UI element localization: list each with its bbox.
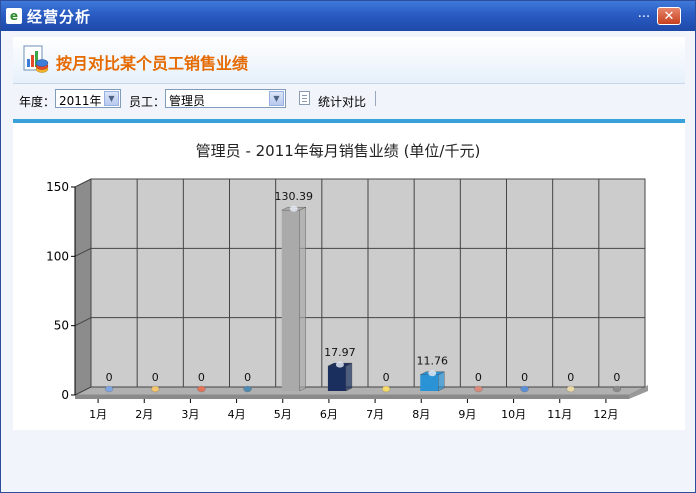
bar-point-marker bbox=[197, 385, 206, 393]
data-label: 0 bbox=[475, 371, 482, 384]
x-tick-label: 7月 bbox=[366, 408, 384, 421]
chevron-down-icon[interactable]: ▼ bbox=[104, 91, 119, 106]
bar-point-marker bbox=[474, 385, 483, 393]
year-label: 年度： bbox=[19, 95, 56, 109]
data-label: 0 bbox=[244, 371, 251, 384]
compare-button-label: 统计对比 bbox=[318, 95, 367, 109]
bar-point-marker bbox=[151, 385, 160, 393]
data-label: 0 bbox=[521, 371, 528, 384]
employee-label: 员工： bbox=[129, 95, 166, 109]
x-tick-label: 12月 bbox=[593, 408, 618, 421]
x-tick-label: 8月 bbox=[412, 408, 430, 421]
x-tick-label: 4月 bbox=[228, 408, 246, 421]
data-label: 17.97 bbox=[324, 346, 356, 359]
year-select[interactable]: 2011年 ▼ bbox=[55, 89, 121, 108]
bar-point-marker bbox=[520, 385, 529, 393]
x-tick-label: 10月 bbox=[501, 408, 526, 421]
employee-select[interactable]: 管理员 ▼ bbox=[165, 89, 286, 108]
bar-point-marker bbox=[243, 385, 252, 393]
chart-floor bbox=[74, 386, 646, 396]
chevron-down-icon[interactable]: ▼ bbox=[269, 91, 284, 106]
bar-point-marker bbox=[612, 385, 622, 393]
minimize-button[interactable]: ... bbox=[633, 7, 655, 25]
y-tick-label: 150 bbox=[46, 180, 69, 194]
toolbar-separator bbox=[375, 91, 376, 106]
bar-side bbox=[438, 371, 445, 392]
bar-point-marker bbox=[381, 385, 391, 393]
title-bar[interactable]: e 经营分析 ... ✕ bbox=[1, 1, 695, 31]
bar-point-marker bbox=[428, 370, 437, 377]
page-title: 按月对比某个员工销售业绩 bbox=[56, 54, 249, 73]
x-tick-label: 3月 bbox=[181, 408, 199, 421]
document-icon bbox=[299, 91, 310, 105]
report-header: 按月对比某个员工销售业绩 bbox=[13, 37, 685, 84]
close-button[interactable]: ✕ bbox=[657, 7, 681, 25]
data-label: 0 bbox=[198, 371, 205, 384]
y-tick-label: 100 bbox=[46, 249, 69, 263]
report-chart-icon bbox=[23, 45, 49, 73]
app-window: e 经营分析 ... ✕ 按月对比某个员工销售业绩 年度： 2011年 ▼ 员工 bbox=[0, 0, 696, 493]
bar-side bbox=[299, 206, 306, 392]
data-label: 0 bbox=[567, 371, 574, 384]
year-select-value: 2011年 bbox=[59, 94, 102, 108]
data-label: 0 bbox=[152, 371, 159, 384]
employee-select-value: 管理员 bbox=[169, 94, 206, 108]
x-tick-label: 11月 bbox=[547, 408, 572, 421]
x-tick-label: 6月 bbox=[320, 408, 338, 421]
bar bbox=[327, 366, 346, 391]
window-title: 经营分析 bbox=[27, 8, 92, 26]
chart-panel: 管理员 - 2011年每月销售业绩 (单位/千元) 0 50 100 150 0 1月 0 2… bbox=[13, 123, 685, 430]
data-label: 11.76 bbox=[417, 355, 449, 368]
x-tick-label: 9月 bbox=[458, 408, 476, 421]
app-icon: e bbox=[6, 8, 22, 24]
bar-point-marker bbox=[289, 205, 298, 212]
chart-title: 管理员 - 2011年每月销售业绩 (单位/千元) bbox=[196, 142, 481, 160]
window-content: 按月对比某个员工销售业绩 年度： 2011年 ▼ 员工： 管理员 ▼ 统计对比 … bbox=[1, 31, 695, 492]
bar-point-marker bbox=[566, 385, 575, 393]
bar-side bbox=[345, 362, 353, 392]
data-label: 0 bbox=[613, 371, 620, 384]
x-tick-label: 2月 bbox=[135, 408, 153, 421]
bar-point-marker bbox=[335, 361, 344, 368]
chart-floor-edge bbox=[75, 395, 629, 399]
filter-toolbar: 年度： 2011年 ▼ 员工： 管理员 ▼ 统计对比 bbox=[13, 86, 685, 114]
data-label: 0 bbox=[106, 371, 113, 384]
bar bbox=[281, 210, 300, 391]
y-tick-label: 50 bbox=[54, 319, 69, 333]
bar bbox=[420, 374, 439, 391]
bar-point-marker bbox=[104, 385, 114, 393]
sales-bar-chart: 管理员 - 2011年每月销售业绩 (单位/千元) 0 50 100 150 0 1月 0 2… bbox=[46, 142, 648, 421]
y-tick-label: 0 bbox=[61, 388, 69, 402]
x-tick-label: 1月 bbox=[89, 408, 107, 421]
x-tick-label: 5月 bbox=[274, 408, 292, 421]
data-label: 0 bbox=[383, 371, 390, 384]
chart-left-wall bbox=[75, 179, 91, 395]
data-label: 130.39 bbox=[275, 190, 314, 203]
